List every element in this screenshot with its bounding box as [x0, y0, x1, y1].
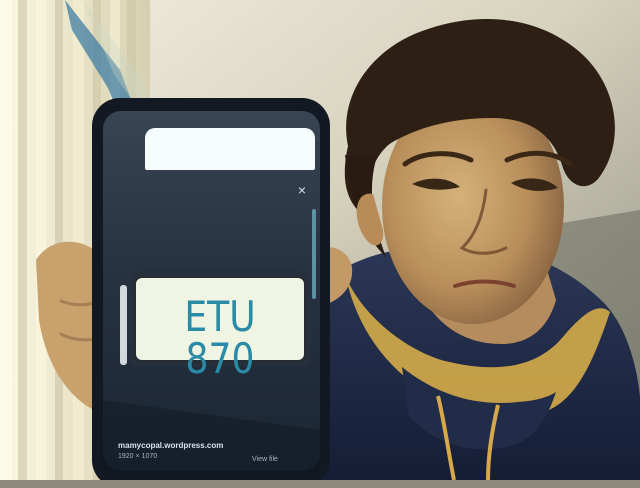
view-file-link[interactable]: View file: [252, 456, 278, 463]
license-plate-number: ETU 870: [184, 292, 256, 383]
license-plate-image: ETU 870: [134, 276, 306, 380]
smartphone: × ETU 870 mamycopal.wordpress.com 1920 ×…: [92, 98, 330, 488]
close-icon[interactable]: ×: [294, 182, 310, 198]
image-dimensions: 1920 × 1070: [118, 453, 158, 460]
webcam-photo: × ETU 870 mamycopal.wordpress.com 1920 ×…: [0, 0, 640, 488]
phone-screen: × ETU 870 mamycopal.wordpress.com 1920 ×…: [92, 98, 330, 488]
screen-top-bar: [145, 128, 315, 170]
image-source-url[interactable]: mamycopal.wordpress.com: [118, 441, 258, 450]
